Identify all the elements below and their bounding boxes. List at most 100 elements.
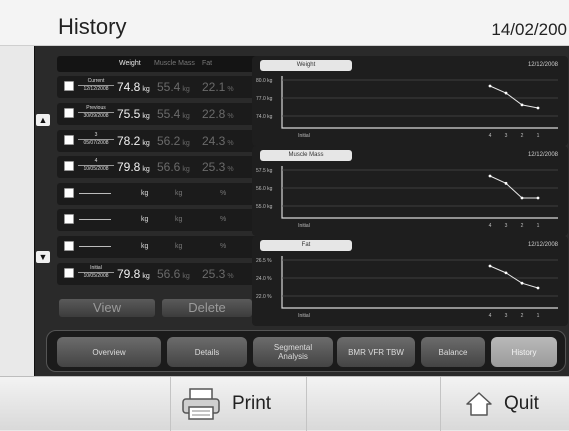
muscle-value-unit: kg [182, 273, 190, 280]
row-checkbox[interactable] [64, 241, 74, 251]
y-tick-label: 77.0 kg [256, 96, 273, 102]
current-date: 14/02/200 [491, 20, 567, 39]
tab-details-label: Details [194, 347, 220, 357]
row-checkbox[interactable] [64, 108, 74, 118]
unit-label: kg [141, 190, 149, 197]
muscle-value-number: 56.6 [157, 267, 181, 281]
tab-details[interactable]: Details [167, 337, 247, 367]
view-button[interactable]: View [59, 299, 155, 317]
data-point [520, 281, 524, 285]
row-checkbox[interactable] [64, 135, 74, 145]
row-checkbox[interactable] [64, 268, 74, 278]
unit-label: % [220, 243, 227, 250]
tab-segmental-analysis[interactable]: Segmental Analysis [253, 337, 333, 367]
row-empty-dash [79, 219, 111, 220]
print-button[interactable]: Print [180, 377, 306, 431]
table-row[interactable]: 4 10/05/2008 79.8 kg 56.6 kg 25.3% [57, 156, 283, 178]
row-label: Previous 30/09/2008 [78, 105, 114, 120]
home-icon [466, 392, 492, 416]
table-row[interactable]: Current 12/12/2008 74.8 kg 55.4 kg 22.1% [57, 76, 283, 98]
tab-balance[interactable]: Balance [421, 337, 485, 367]
fat-value-number: 24.3 [202, 134, 226, 148]
muscle-value-number: 55.4 [157, 107, 181, 121]
row-label: 3 05/07/2008 [78, 132, 114, 147]
unit-label: kg [141, 216, 149, 223]
fat-value: 22.8% [202, 107, 234, 121]
scroll-down-button[interactable]: ▼ [36, 251, 50, 263]
weight-value: 74.8 kg [117, 80, 150, 94]
weight-value-number: 79.8 [117, 160, 141, 174]
page-title: History [58, 14, 127, 39]
row-date: 10/05/2008 [78, 165, 114, 173]
tab-history[interactable]: History [491, 337, 557, 367]
fat-value-unit: % [227, 140, 234, 147]
row-label-top: Previous [86, 105, 106, 111]
tab-balance-label: Balance [438, 347, 468, 357]
footer-bar: Print Quit [0, 376, 569, 431]
fat-value: 25.3% [202, 267, 234, 281]
x-tick-label: Initial [298, 223, 310, 229]
table-row[interactable]: kg kg% [57, 209, 283, 231]
unit-label: kg [175, 243, 183, 250]
chart-axis [281, 256, 558, 309]
weight-value: 78.2 kg [117, 134, 150, 148]
tab-history-label: History [511, 347, 537, 357]
history-panel: Weight Muscle Mass Fat Current 12/12/2008… [34, 46, 569, 376]
chart-panel: Muscle Mass 12/12/2008 57.5 kg 56.0 kg 55.0 … [252, 146, 568, 236]
fat-value-number: 25.3 [202, 267, 226, 281]
y-tick-label: 74.0 kg [256, 114, 273, 120]
row-checkbox[interactable] [64, 214, 74, 224]
table-row[interactable]: 3 05/07/2008 78.2 kg 56.2 kg 24.3% [57, 130, 283, 152]
row-label-top: Initial [90, 265, 102, 271]
row-checkbox[interactable] [64, 188, 74, 198]
table-row[interactable]: Previous 30/09/2008 75.5 kg 55.4 kg 22.8% [57, 103, 283, 125]
fat-value-unit: % [227, 113, 234, 120]
chart-axis [281, 76, 558, 129]
data-point [504, 271, 508, 275]
series-line [489, 85, 539, 109]
series-line [489, 175, 538, 199]
scroll-up-button[interactable]: ▲ [36, 114, 50, 126]
tab-bar: Overview Details Segmental Analysis BMR … [46, 330, 566, 372]
data-point [536, 196, 540, 200]
x-tick-label: 2 [521, 223, 524, 229]
y-tick-label: 57.5 kg [256, 168, 273, 174]
muscle-value-number: 56.6 [157, 160, 181, 174]
delete-button[interactable]: Delete [162, 299, 252, 317]
row-checkbox[interactable] [64, 81, 74, 91]
quit-button[interactable]: Quit [464, 377, 569, 431]
data-point [488, 264, 492, 268]
data-point [504, 91, 508, 95]
fat-value-number: 22.8 [202, 107, 226, 121]
data-point [536, 286, 540, 290]
table-row[interactable]: Initial 10/05/2008 79.8 kg 56.6 kg 25.3% [57, 263, 283, 285]
tab-bmr-vfr-tbw[interactable]: BMR VFR TBW [337, 337, 415, 367]
muscle-value: 55.4 kg [157, 80, 190, 94]
weight-value-unit: kg [142, 166, 150, 173]
footer-divider [306, 377, 307, 431]
printer-icon [182, 388, 220, 420]
muscle-value-number: 55.4 [157, 80, 181, 94]
weight-value-number: 75.5 [117, 107, 141, 121]
fat-value-number: 25.3 [202, 160, 226, 174]
chart-svg: 80.0 kg 77.0 kg 74.0 kg Initial 4 3 2 1 [256, 76, 558, 139]
col-muscle-mass: Muscle Mass [154, 60, 195, 67]
fat-value: 25.3% [202, 160, 234, 174]
table-header: Weight Muscle Mass Fat [57, 56, 283, 72]
x-tick-label: 1 [537, 133, 540, 139]
row-checkbox[interactable] [64, 161, 74, 171]
col-weight: Weight [119, 60, 141, 67]
quit-label: Quit [504, 393, 539, 414]
row-date: 30/09/2008 [78, 112, 114, 120]
row-empty-dash [79, 193, 111, 194]
table-row[interactable]: kg kg% [57, 183, 283, 205]
tab-overview[interactable]: Overview [57, 337, 161, 367]
y-tick-label: 55.0 kg [256, 204, 273, 210]
table-row[interactable]: kg kg% [57, 236, 283, 258]
y-tick-label: 24.0 % [256, 276, 272, 282]
row-empty-dash [79, 246, 111, 247]
muscle-value: 56.2 kg [157, 134, 190, 148]
y-tick-label: 56.0 kg [256, 186, 273, 192]
chart-panel: Weight 12/12/2008 80.0 kg 77.0 kg 74.0 kg Ini… [252, 56, 568, 146]
row-label: Initial 10/05/2008 [78, 265, 114, 280]
